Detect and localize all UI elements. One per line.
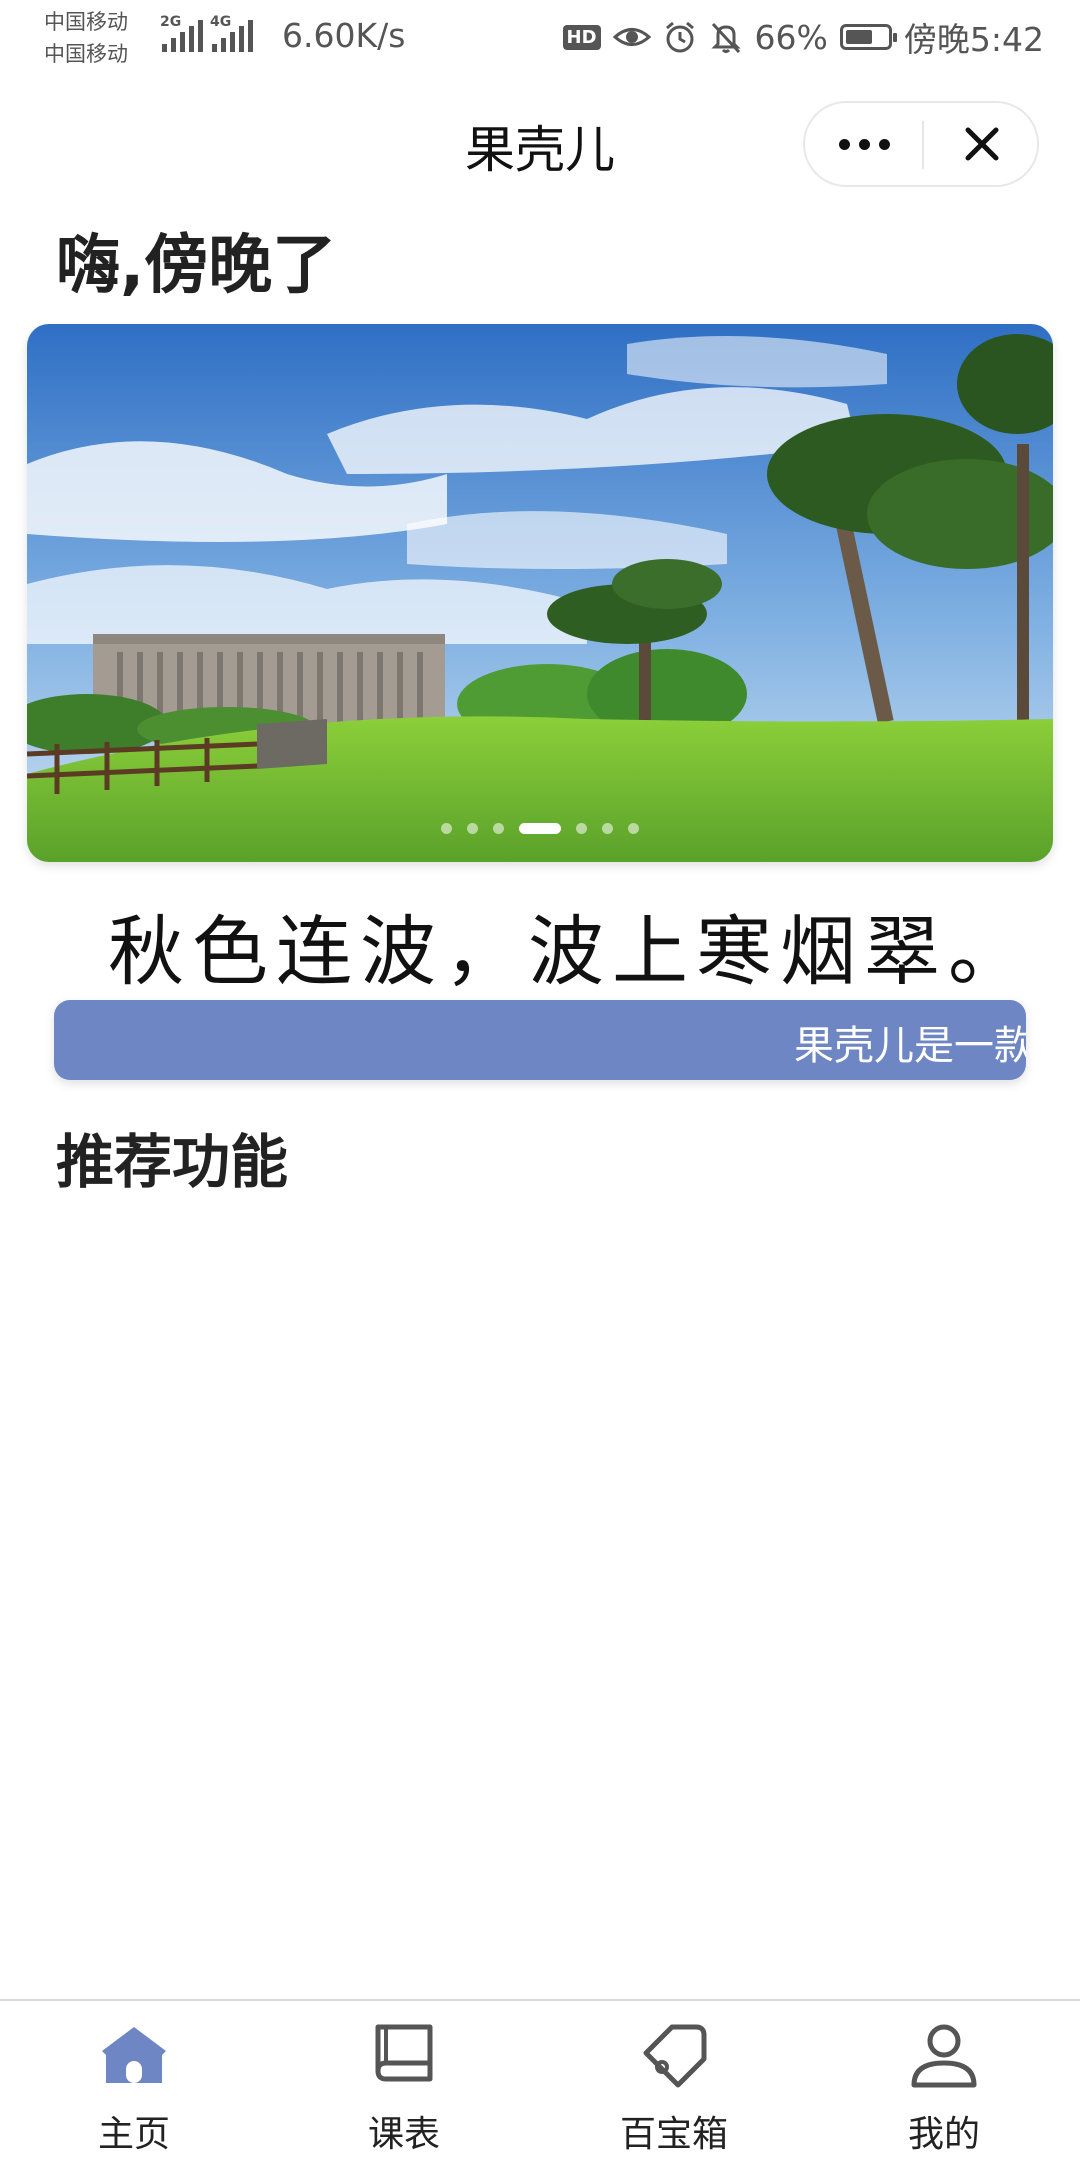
tab-mine-label: 我的 xyxy=(907,2114,980,2155)
carousel-dot[interactable] xyxy=(519,823,561,834)
battery-percent: 66% xyxy=(754,17,828,57)
network-type-2: 4G xyxy=(210,14,232,30)
book-icon xyxy=(375,2024,433,2082)
tab-toolbox[interactable]: 百宝箱 xyxy=(574,2001,774,2160)
tab-home-label: 主页 xyxy=(97,2114,170,2155)
user-icon xyxy=(911,2024,977,2088)
signal-2g-icon: 2G xyxy=(160,14,203,52)
carousel-dot[interactable] xyxy=(441,823,452,834)
mini-program-capsule xyxy=(803,101,1039,187)
banner-carousel[interactable] xyxy=(27,324,1053,862)
network-speed: 6.60K/s xyxy=(282,16,406,55)
signal-4g-icon: 4G xyxy=(210,14,253,52)
carousel-dot[interactable] xyxy=(576,823,587,834)
poem-line: 秋色连波，波上寒烟翠。 xyxy=(108,907,1032,996)
carousel-dot[interactable] xyxy=(467,823,478,834)
marquee-text: 果壳儿是一款 xyxy=(794,1023,1026,1069)
status-icons: HD 66% 傍晚5:42 xyxy=(562,14,1044,60)
network-type-1: 2G xyxy=(160,14,182,30)
battery-fill xyxy=(845,30,872,44)
more-dots-icon[interactable] xyxy=(805,103,923,185)
carousel-dot[interactable] xyxy=(602,823,613,834)
carousel-indicator xyxy=(27,823,1053,834)
hd-badge: HD xyxy=(562,24,601,50)
tab-schedule[interactable]: 课表 xyxy=(304,2001,504,2160)
carrier-1: 中国移动 xyxy=(44,10,128,34)
tab-toolbox-label: 百宝箱 xyxy=(619,2114,728,2155)
tab-home[interactable]: 主页 xyxy=(34,2001,234,2160)
carousel-dot[interactable] xyxy=(493,823,504,834)
alarm-icon xyxy=(665,21,694,53)
carrier-labels: 中国移动 中国移动 xyxy=(44,6,128,70)
campus-landscape-image xyxy=(27,324,1053,862)
tag-icon xyxy=(643,2024,707,2088)
mute-bell-icon xyxy=(710,22,741,54)
section-title-recommended: 推荐功能 xyxy=(56,1128,289,1196)
status-bar: 中国移动 中国移动 2G 4G 6.60K/s HD 66% 傍晚5:42 xyxy=(0,0,1080,72)
carrier-2: 中国移动 xyxy=(44,42,128,66)
app-page: 中国移动 中国移动 2G 4G 6.60K/s HD 66% 傍晚5:42 果壳… xyxy=(0,0,1080,2160)
carousel-dot[interactable] xyxy=(628,823,639,834)
notice-marquee[interactable]: 果壳儿是一款 xyxy=(54,1000,1026,1080)
tab-schedule-label: 课表 xyxy=(367,2114,440,2155)
greeting-heading: 嗨,傍晚了 xyxy=(56,229,337,303)
close-icon[interactable] xyxy=(924,103,1039,185)
battery-icon xyxy=(839,24,897,50)
clock: 傍晚5:42 xyxy=(903,20,1044,59)
eye-icon xyxy=(612,28,651,46)
bottom-tab-bar: 主页 课表 百宝箱 我的 xyxy=(0,1999,1080,2160)
tab-mine[interactable]: 我的 xyxy=(844,2001,1044,2160)
home-icon xyxy=(102,2027,166,2083)
